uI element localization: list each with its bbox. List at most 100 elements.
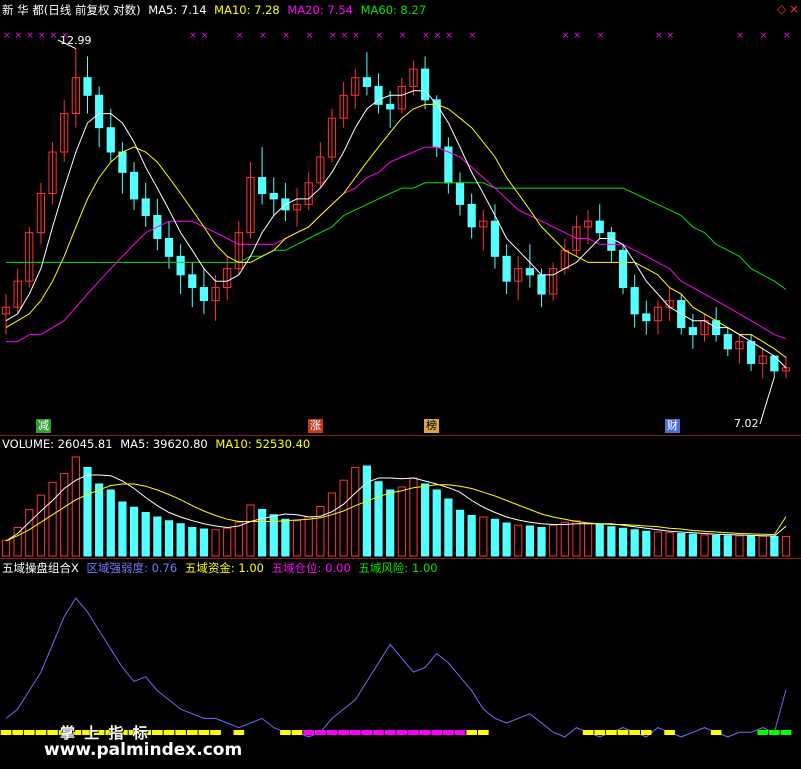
signal-cross-mark: × (573, 31, 581, 41)
signal-cross-mark: × (736, 31, 744, 41)
signal-cross-mark: × (469, 31, 477, 41)
volume-bar (48, 481, 57, 557)
signal-cross-mark: × (667, 31, 675, 41)
volume-bar (665, 532, 674, 557)
candle-body (537, 274, 546, 295)
volume-bar (211, 529, 220, 557)
volume-bar (374, 481, 383, 557)
candle-body (269, 192, 278, 200)
volume-bar (409, 477, 418, 557)
signal-block (152, 730, 163, 735)
volume-bar (781, 535, 791, 557)
vol-ma10-legend: MA10: 52530.40 (215, 437, 311, 451)
ma5-line (5, 90, 787, 369)
signal-block (617, 730, 629, 735)
signal-block (291, 730, 303, 735)
ma20-legend: MA20: 7.54 (287, 3, 353, 17)
volume-bar (188, 526, 197, 557)
volume-bar (514, 524, 523, 557)
indicator-panel[interactable] (0, 597, 792, 738)
candle-body (467, 203, 476, 228)
signal-block (349, 730, 361, 735)
volume-bar (95, 483, 104, 557)
volume-bar (246, 504, 255, 557)
signal-block (326, 730, 338, 735)
volume-bar (60, 472, 69, 557)
signal-block (443, 730, 454, 735)
volume-bar (735, 535, 744, 557)
signal-block (0, 730, 12, 735)
volume-bar (316, 505, 325, 557)
event-tag-bang[interactable]: 榜 (424, 419, 439, 433)
candle-body (362, 77, 372, 87)
vol-ma5-legend: MA5: 39620.80 (120, 437, 208, 451)
signal-block (23, 730, 35, 735)
signal-cross-mark: × (201, 31, 209, 41)
candle-body (164, 237, 174, 257)
signal-block (582, 730, 594, 735)
ma10-line (5, 103, 787, 358)
volume-bar (13, 526, 22, 557)
event-tag-cai[interactable]: 财 (665, 419, 680, 433)
volume-bar (327, 492, 337, 557)
volume-bar (176, 523, 185, 557)
signal-block (12, 730, 23, 735)
signal-cross-mark: × (259, 31, 267, 41)
signal-block (629, 730, 640, 735)
candle-body (83, 77, 92, 96)
signal-cross-mark: × (655, 31, 663, 41)
signal-block (408, 730, 419, 735)
signal-block (198, 730, 210, 735)
volume-bar (36, 494, 46, 557)
candle-body (118, 151, 127, 173)
event-tag-zhang[interactable]: 涨 (308, 419, 323, 433)
volume-bar (129, 506, 139, 557)
low-pointer (759, 376, 775, 425)
signal-cross-mark: × (434, 31, 442, 41)
signal-block (640, 730, 652, 735)
volume-bar (281, 518, 290, 557)
volume-bar (25, 508, 34, 557)
volume-panel[interactable] (1, 456, 791, 557)
signal-block (315, 730, 326, 735)
signal-cross-mark: × (329, 31, 337, 41)
signal-block (35, 730, 47, 735)
close-icon[interactable]: × (789, 2, 799, 16)
volume-bar (479, 516, 488, 557)
stock-chart-canvas: × × × × × × × × × × × × × × × × × × × × × × × × × × × × × (0, 31, 792, 738)
volume-bar (362, 465, 372, 557)
ma60-legend: MA60: 8.27 (360, 3, 427, 17)
ma5-legend: MA5: 7.14 (148, 3, 207, 17)
signal-block (594, 730, 606, 735)
signal-block (338, 730, 349, 735)
signal-block (757, 730, 769, 735)
low-price-label: 7.02 (734, 417, 759, 430)
volume-bar (560, 521, 569, 557)
signal-block (47, 730, 58, 735)
signal-block (454, 730, 466, 735)
signal-block (606, 730, 617, 735)
signal-cross-mark: × (189, 31, 197, 41)
volume-bar (746, 535, 756, 557)
price-header: 新 华 都(日线 前复权 对数) MA5: 7.14 MA10: 7.28 MA… (2, 3, 426, 17)
signal-cross-mark: × (26, 31, 34, 41)
signal-cross-mark: × (352, 31, 360, 41)
volume-bar (630, 529, 639, 557)
indicator-header: 五域操盘组合X 区域强弱度: 0.76 五域资金: 1.00 五域仓位: 0.0… (2, 561, 438, 575)
fx-legend: 五域风险: 1.00 (358, 561, 438, 575)
candle-body (176, 255, 185, 276)
volume-bar (583, 522, 593, 557)
volume-bar (537, 526, 546, 557)
candle-body (607, 232, 616, 251)
price-panel[interactable]: × × × × × × × × × × × × × × × × × × × × × × × × × × × × × (1, 31, 791, 425)
volume-bar (549, 524, 558, 557)
volume-bar (397, 486, 406, 557)
signal-block (186, 730, 198, 735)
diamond-icon[interactable]: ◇ (777, 2, 786, 16)
candle-body (618, 249, 628, 289)
signal-block (477, 730, 489, 735)
event-tag-jian[interactable]: 减 (36, 419, 51, 433)
signal-cross-mark: × (597, 31, 605, 41)
candle-body (106, 127, 115, 153)
volume-bar (234, 521, 243, 557)
